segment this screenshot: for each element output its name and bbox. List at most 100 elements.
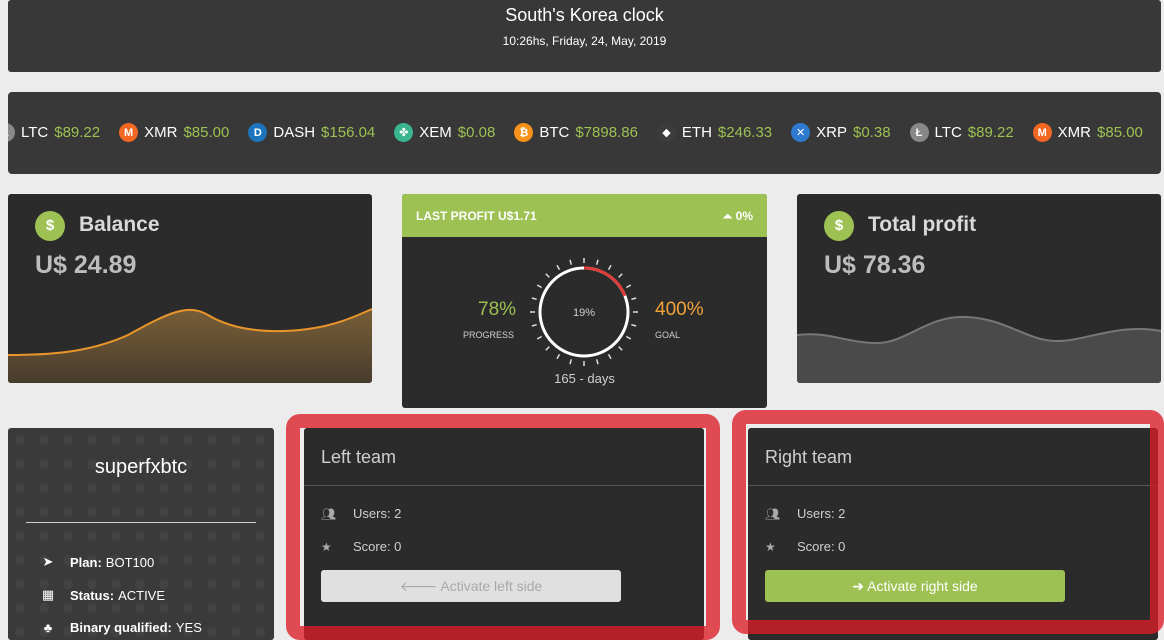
ticker-symbol: XMR: [1057, 124, 1092, 141]
status-row: ▦ Status: ACTIVE: [40, 587, 165, 603]
left-users-text: Users: 2: [353, 506, 402, 521]
ticker-item: Ł LTC $89.22: [8, 123, 100, 142]
ticker-price: $89.22: [967, 124, 1014, 141]
binary-label: Binary qualified:: [70, 620, 172, 635]
right-team-score: ★ Score: 0: [765, 539, 845, 554]
ticker-symbol: ETH: [681, 124, 712, 141]
monero-icon: M: [119, 123, 139, 142]
ticker-price: $7898.86: [575, 124, 638, 141]
activate-left-label: Activate left side: [440, 578, 543, 594]
users-icon: 👥︎: [765, 506, 781, 521]
bitcoin-icon: ₿: [514, 123, 534, 142]
ripple-icon: ✕: [791, 123, 811, 142]
balance-sparkline: [8, 308, 372, 383]
ticker-symbol: BTC: [539, 124, 570, 141]
ticker-price: $246.33: [717, 124, 773, 141]
ticker-price: $156.04: [321, 124, 376, 141]
divider: [304, 485, 704, 486]
ticker-price: $0.38: [853, 124, 891, 141]
goal-label: GOAL: [655, 330, 681, 340]
balance-amount: U$ 24.89: [35, 251, 137, 279]
left-team-card: Left team 👥︎ Users: 2 ★ Score: 0 🡐 Activ…: [304, 428, 704, 640]
ticker-symbol: DASH: [273, 124, 316, 141]
binary-value: YES: [175, 620, 202, 635]
arrow-left-icon: 🡐: [399, 578, 438, 594]
gauge-text: 19%: [573, 307, 595, 319]
ticker-item: ◆ ETH $246.33: [656, 123, 773, 142]
status-value: ACTIVE: [118, 587, 166, 603]
ticker-item: ✕ XRP $0.38: [791, 123, 891, 142]
left-score-text: Score: 0: [353, 539, 402, 554]
paper-plane-icon: ➤: [42, 554, 54, 569]
ticker-price: $0.08: [457, 124, 496, 141]
progress-label: PROGRESS: [463, 330, 515, 340]
litecoin-icon: Ł: [8, 123, 15, 142]
plan-row: ➤ Plan: BOT100: [40, 554, 155, 570]
divider: [26, 522, 256, 523]
ticker-symbol: XMR: [144, 124, 178, 141]
plan-label: Plan:: [70, 554, 102, 570]
right-team-title: Right team: [765, 447, 853, 467]
clock-title: South's Korea clock: [505, 5, 664, 25]
goal-value: 400%: [655, 299, 704, 320]
left-team-users: 👥︎ Users: 2: [321, 506, 401, 521]
crypto-ticker: Ł LTC $89.22 M XMR $85.00 D DASH $156.04 ✤ XEM $0.0…: [8, 92, 1161, 174]
username: superfxbtc: [94, 456, 188, 478]
ticker-price: $85.00: [183, 124, 230, 141]
activate-right-label: Activate right side: [867, 578, 978, 594]
ticker-symbol: LTC: [934, 124, 962, 141]
days-label: 165 - days: [554, 371, 615, 386]
ticker-row: Ł LTC $89.22 M XMR $85.00 D DASH $156.04 ✤ XEM $0.0…: [8, 123, 1161, 142]
ticker-price: $85.00: [1097, 124, 1143, 141]
ticker-item: ₿ BTC $7898.86: [514, 123, 638, 142]
right-team-card: Right team 👥︎ Users: 2 ★ Score: 0 ➜ Acti…: [748, 428, 1158, 640]
clock-panel: South's Korea clock 10:26hs, Friday, 24,…: [8, 0, 1161, 72]
dollar-icon: $: [35, 211, 65, 241]
total-profit-card: $ Total profit U$ 78.36: [797, 194, 1161, 383]
right-users-text: Users: 2: [797, 506, 846, 521]
clock-time: 10:26hs, Friday, 24, May, 2019: [502, 34, 667, 48]
ethereum-icon: ◆: [656, 123, 676, 142]
dash-icon: D: [248, 123, 268, 142]
balance-label: Balance: [79, 213, 160, 236]
ticker-symbol: XEM: [419, 124, 452, 141]
activate-left-button[interactable]: 🡐 Activate left side: [321, 570, 621, 602]
ticker-item: M XMR $85.00: [1032, 123, 1143, 142]
last-profit-header: LAST PROFIT U$1.71 ⏶ 0%: [402, 194, 767, 237]
left-team-score: ★ Score: 0: [321, 539, 401, 554]
star-icon: ★: [765, 539, 776, 554]
calendar-icon: ▦: [41, 587, 55, 602]
progress-gauge: 19%: [530, 258, 638, 366]
balance-card: $ Balance U$ 24.89: [8, 194, 372, 383]
total-profit-sparkline: [797, 315, 1161, 383]
last-profit-card: LAST PROFIT U$1.71 ⏶ 0% 78% PROGRESS 400…: [402, 194, 767, 408]
total-profit-label: Total profit: [868, 213, 977, 236]
litecoin-icon: Ł: [909, 123, 929, 142]
ticker-item: D DASH $156.04: [248, 123, 375, 142]
right-score-text: Score: 0: [797, 539, 846, 554]
arrow-right-icon: ➜: [852, 578, 865, 594]
plan-value: BOT100: [105, 554, 155, 570]
right-team-users: 👥︎ Users: 2: [765, 506, 845, 521]
ticker-symbol: XRP: [816, 124, 847, 141]
last-profit-title: LAST PROFIT U$1.71: [416, 209, 537, 223]
profile-card: superfxbtc ➤ Plan: BOT100 ▦ Status: ACTI…: [8, 428, 274, 640]
last-profit-change: ⏶ 0%: [722, 209, 753, 223]
dollar-icon: $: [824, 211, 854, 241]
users-icon: 👥︎: [321, 506, 337, 521]
activate-right-button[interactable]: ➜ Activate right side: [765, 570, 1065, 602]
left-team-title: Left team: [321, 447, 397, 467]
ticker-item: Ł LTC $89.22: [909, 123, 1014, 142]
progress-value: 78%: [478, 299, 517, 320]
ticker-item: ✤ XEM $0.08: [394, 123, 495, 142]
divider: [748, 485, 1158, 486]
nem-icon: ✤: [394, 123, 414, 142]
ticker-symbol: LTC: [21, 124, 49, 141]
monero-icon: M: [1032, 123, 1052, 142]
ticker-price: $89.22: [54, 124, 101, 141]
binary-row: ♣ Binary qualified: YES: [40, 620, 202, 635]
status-label: Status:: [70, 587, 115, 603]
total-profit-amount: U$ 78.36: [824, 251, 926, 279]
ticker-item: M XMR $85.00: [119, 123, 229, 142]
star-icon: ★: [321, 539, 332, 554]
